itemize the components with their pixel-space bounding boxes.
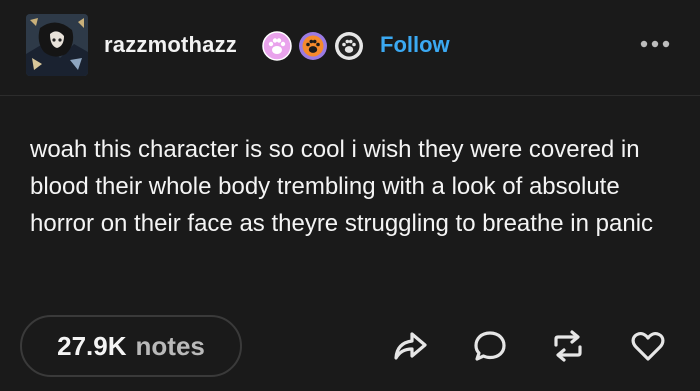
avatar-image [26, 14, 88, 76]
follow-button[interactable]: Follow [380, 31, 450, 59]
avatar[interactable] [26, 14, 88, 76]
paw-badge-orange-icon[interactable] [298, 31, 328, 61]
username[interactable]: razzmothazz [104, 31, 237, 59]
notes-button[interactable]: 27.9K notes [20, 315, 242, 377]
reblog-icon[interactable] [548, 326, 588, 366]
more-horizontal-icon[interactable] [637, 34, 673, 54]
notes-count: 27.9K [57, 330, 127, 361]
notes-label: notes [135, 330, 205, 361]
reply-icon[interactable] [470, 326, 510, 366]
paw-badge-dark-icon[interactable] [334, 31, 364, 61]
share-icon[interactable] [390, 326, 430, 366]
heart-icon[interactable] [628, 326, 668, 366]
paw-badge-icon[interactable] [262, 31, 292, 61]
post-header: razzmothazz Follow [0, 0, 700, 96]
post-text: woah this character is so cool i wish th… [30, 136, 654, 237]
